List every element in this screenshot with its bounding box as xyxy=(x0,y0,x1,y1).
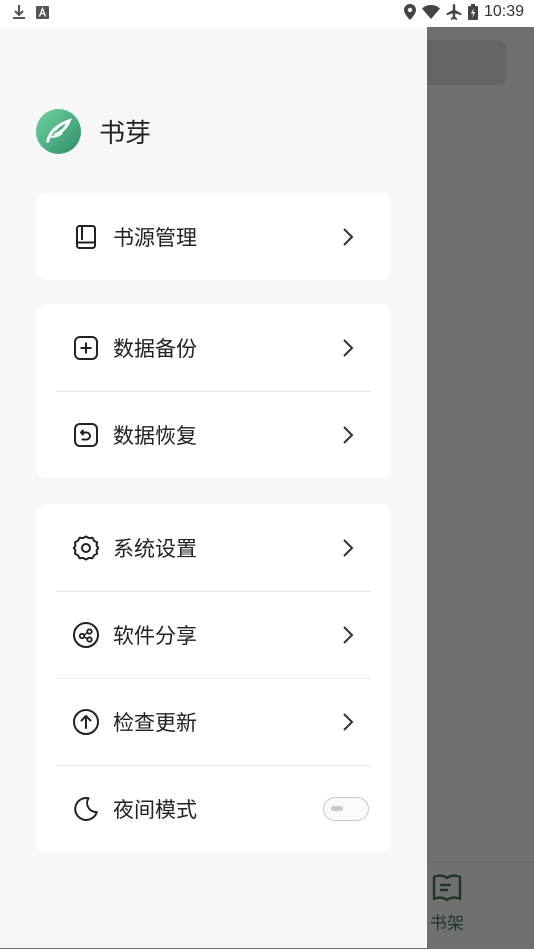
chevron-right-icon xyxy=(343,625,354,644)
share-icon xyxy=(72,621,100,649)
bookshelf-icon xyxy=(432,874,462,902)
status-bar: 10:39 xyxy=(0,0,534,27)
chevron-right-icon xyxy=(343,712,354,731)
chevron-right-icon xyxy=(343,425,354,444)
download-icon xyxy=(13,5,25,19)
chevron-right-icon xyxy=(343,338,354,357)
menu-item-data-restore[interactable]: 数据恢复 xyxy=(36,391,391,478)
bottom-nav-bookshelf-label: 书架 xyxy=(430,914,464,934)
menu-item-label: 夜间模式 xyxy=(113,797,197,822)
wifi-icon xyxy=(421,5,440,19)
menu-item-night-mode[interactable]: 夜间模式 xyxy=(36,765,391,852)
drawer-header: 书芽 xyxy=(36,109,151,154)
menu-item-label: 数据备份 xyxy=(113,336,197,361)
clock: 10:39 xyxy=(483,3,524,20)
menu-item-data-backup[interactable]: 数据备份 xyxy=(36,304,391,391)
chevron-right-icon xyxy=(343,538,354,557)
gear-icon xyxy=(72,534,100,562)
moon-icon xyxy=(72,795,100,823)
menu-item-label: 数据恢复 xyxy=(113,423,197,448)
app-logo-icon xyxy=(36,109,81,154)
menu-item-label: 软件分享 xyxy=(113,623,197,648)
menu-card-system: 系统设置 软件分享 检查更新 夜间模式 xyxy=(36,504,391,852)
menu-card-sources: 书源管理 xyxy=(36,193,391,280)
arrow-up-circle-icon xyxy=(72,708,100,736)
menu-item-label: 检查更新 xyxy=(113,710,197,735)
chevron-right-icon xyxy=(343,227,354,246)
menu-card-data: 数据备份 数据恢复 xyxy=(36,304,391,478)
bottom-nav-bookshelf: 书架 xyxy=(427,873,467,934)
battery-icon xyxy=(467,4,478,20)
toggle-knob xyxy=(331,805,343,811)
menu-item-label: 系统设置 xyxy=(113,536,197,561)
navigation-drawer: 书芽 书源管理 数据备份 数据恢复 系统设置 软件分享 检查更新 夜间模式 xyxy=(0,27,427,948)
menu-item-system-settings[interactable]: 系统设置 xyxy=(36,504,391,591)
night-mode-toggle[interactable] xyxy=(323,796,369,821)
menu-item-check-update[interactable]: 检查更新 xyxy=(36,678,391,765)
airplane-icon xyxy=(446,4,462,20)
app-name: 书芽 xyxy=(99,119,152,149)
menu-item-label: 书源管理 xyxy=(113,225,197,250)
menu-item-book-sources[interactable]: 书源管理 xyxy=(36,193,391,280)
restore-icon xyxy=(72,421,100,449)
location-icon xyxy=(403,4,416,20)
plus-square-icon xyxy=(72,334,100,362)
book-icon xyxy=(72,223,100,251)
font-icon xyxy=(36,5,49,19)
menu-item-share-app[interactable]: 软件分享 xyxy=(36,591,391,678)
